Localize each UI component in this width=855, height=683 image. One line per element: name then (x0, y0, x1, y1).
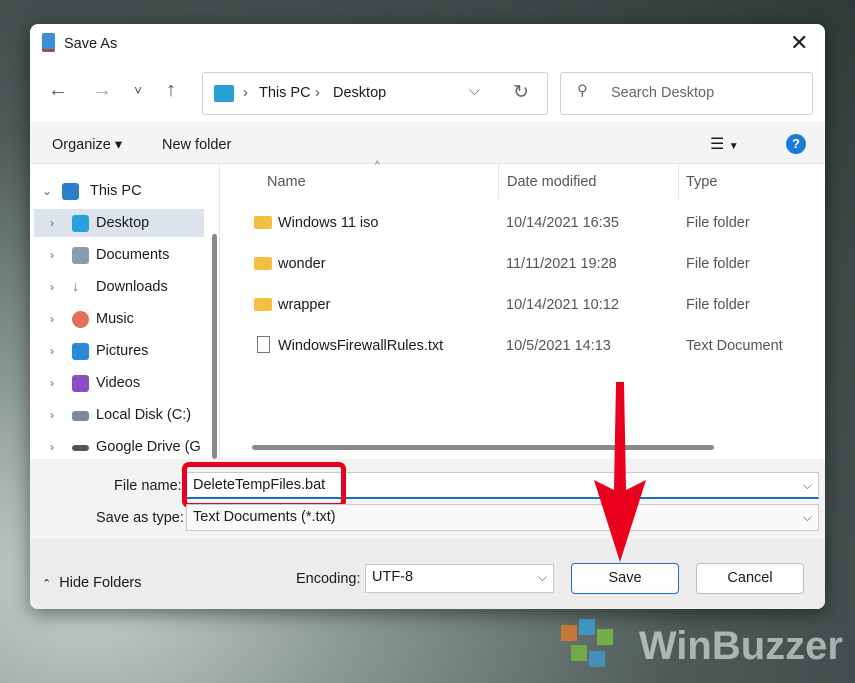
file-name: wonder (278, 256, 326, 272)
sort-ascending-icon: ^ (375, 160, 380, 171)
sidebar-item-google-drive[interactable]: › Google Drive (G (34, 433, 204, 461)
sidebar-item-this-pc[interactable]: ⌄ This PC (34, 177, 204, 205)
file-name: wrapper (278, 297, 331, 313)
file-date: 10/14/2021 10:12 (506, 297, 619, 313)
hide-folders-button[interactable]: ⌃ Hide Folders (42, 575, 141, 591)
sidebar-item-label: Local Disk (C:) (96, 407, 192, 423)
chevron-up-icon: ⌃ (42, 578, 52, 590)
file-date: 11/11/2021 19:28 (506, 256, 617, 272)
sidebar-item-label: This PC (90, 183, 142, 199)
breadcrumb-desktop[interactable]: Desktop (333, 85, 386, 101)
notepad-icon (42, 33, 55, 52)
file-name: WindowsFirewallRules.txt (278, 338, 444, 354)
help-icon[interactable]: ? (786, 134, 806, 154)
breadcrumb-this-pc[interactable]: This PC (259, 85, 311, 101)
search-icon: ⚲ (577, 83, 588, 99)
hide-folders-label: Hide Folders (59, 575, 142, 591)
chevron-down-icon[interactable]: ⌵ (803, 473, 812, 498)
winbuzzer-logo (561, 619, 613, 667)
sidebar-item-videos[interactable]: › Videos (34, 369, 204, 397)
sidebar-item-desktop[interactable]: › Desktop (34, 209, 204, 237)
music-icon (72, 311, 89, 328)
dialog-title: Save As (64, 36, 118, 52)
file-row[interactable]: wonder 11/11/2021 19:28 File folder (230, 245, 825, 285)
save-button[interactable]: Save (571, 563, 679, 594)
save-as-type-label: Save as type: (96, 510, 184, 526)
cancel-button[interactable]: Cancel (696, 563, 804, 594)
file-date: 10/5/2021 14:13 (506, 338, 611, 354)
drive-icon (72, 411, 89, 421)
file-row[interactable]: WindowsFirewallRules.txt 10/5/2021 14:13 T… (230, 327, 825, 367)
close-icon[interactable]: ✕ (790, 30, 808, 56)
sidebar-scrollbar[interactable] (212, 234, 217, 459)
folder-icon (254, 298, 272, 311)
text-file-icon (257, 336, 270, 353)
desktop-icon (72, 215, 89, 232)
download-icon: ↓ (72, 279, 80, 295)
sidebar-item-label: Desktop (96, 215, 150, 231)
chevron-down-icon[interactable]: ⌵ (803, 505, 812, 530)
back-button[interactable]: ← (48, 79, 68, 102)
sidebar-item-pictures[interactable]: › Pictures (34, 337, 204, 365)
highlight-box (182, 462, 346, 508)
sidebar-item-label: Music (96, 311, 134, 327)
sidebar-item-label: Pictures (96, 343, 149, 359)
file-type: File folder (686, 297, 750, 313)
sidebar-item-downloads[interactable]: › ↓ Downloads (34, 273, 204, 301)
column-header-name[interactable]: Name (267, 174, 306, 190)
search-input[interactable]: ⚲ Search Desktop (560, 72, 813, 115)
computer-icon (62, 183, 79, 200)
pictures-icon (72, 343, 89, 360)
red-arrow-annotation (594, 382, 646, 562)
search-placeholder: Search Desktop (611, 85, 715, 101)
file-name: Windows 11 iso (278, 215, 379, 231)
up-button[interactable]: ↑ (166, 79, 176, 102)
sidebar-item-documents[interactable]: › Documents (34, 241, 204, 269)
sidebar-item-label: Downloads (96, 279, 168, 295)
file-name-label: File name: (114, 478, 182, 494)
encoding-value: UTF-8 (372, 569, 414, 585)
view-options-icon[interactable]: ☰ ▼ (710, 134, 739, 154)
chevron-down-icon[interactable]: ⌵ (469, 83, 480, 99)
column-header-type[interactable]: Type (686, 174, 717, 190)
sidebar-item-label: Videos (96, 375, 141, 391)
toolbar (30, 122, 825, 164)
file-type: File folder (686, 256, 750, 272)
file-type: Text Document (686, 338, 783, 354)
sidebar-item-local-disk[interactable]: › Local Disk (C:) (34, 401, 204, 429)
organize-button[interactable]: Organize ▾ (52, 137, 122, 153)
file-row[interactable]: Windows 11 iso 10/14/2021 16:35 File folde… (230, 204, 825, 244)
encoding-select[interactable]: UTF-8 ⌵ (365, 564, 554, 593)
watermark: WinBuzzer (638, 624, 843, 668)
encoding-label: Encoding: (296, 571, 361, 587)
desktop-icon (214, 85, 234, 102)
file-row[interactable]: wrapper 10/14/2021 10:12 File folder (230, 286, 825, 326)
videos-icon (72, 375, 89, 392)
sidebar-item-label: Google Drive (G (96, 439, 201, 455)
folder-icon (254, 257, 272, 270)
folder-icon (254, 216, 272, 229)
address-bar[interactable]: › This PC › Desktop ⌵ ↻ (202, 72, 548, 115)
sidebar-item-label: Documents (96, 247, 170, 263)
new-folder-button[interactable]: New folder (162, 137, 231, 153)
sidebar-item-music[interactable]: › Music (34, 305, 204, 333)
save-as-type-select[interactable]: Text Documents (*.txt) ⌵ (186, 504, 819, 531)
column-header-date-modified[interactable]: Date modified (507, 174, 596, 190)
chevron-down-icon[interactable]: ⌵ (538, 565, 547, 590)
save-as-type-value: Text Documents (*.txt) (193, 509, 336, 525)
file-date: 10/14/2021 16:35 (506, 215, 619, 231)
documents-icon (72, 247, 89, 264)
save-as-dialog: Save As ✕ ← → ˅ ↑ › This PC › Desktop ⌵ … (30, 24, 825, 609)
forward-button[interactable]: → (92, 79, 112, 102)
refresh-icon[interactable]: ↻ (513, 81, 529, 104)
recent-locations-button[interactable]: ˅ (134, 82, 142, 98)
file-type: File folder (686, 215, 750, 231)
drive-icon (72, 445, 89, 451)
